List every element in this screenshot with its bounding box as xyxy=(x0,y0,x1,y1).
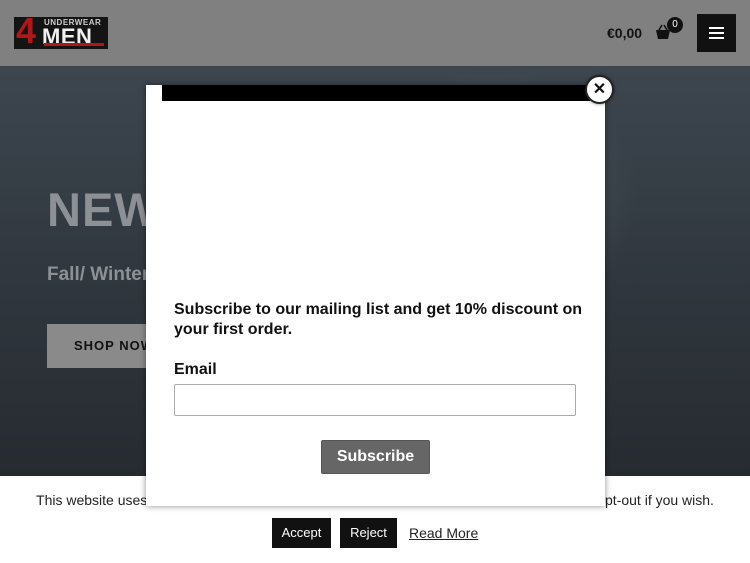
logo-numeral: 4 xyxy=(16,17,37,49)
close-icon[interactable]: ✕ xyxy=(585,75,614,104)
hero-subtitle: Fall/ Winter xyxy=(47,264,150,285)
hamburger-line xyxy=(709,32,724,34)
menu-button[interactable] xyxy=(697,14,736,52)
email-label: Email xyxy=(174,361,217,378)
site-logo[interactable]: 4 UNDERWEAR MEN xyxy=(14,17,108,49)
cookie-accept-button[interactable]: Accept xyxy=(272,518,331,548)
cookie-reject-button[interactable]: Reject xyxy=(340,518,397,548)
popup-image-strip xyxy=(162,85,590,101)
site-header: 4 UNDERWEAR MEN €0,00 0 xyxy=(0,0,750,66)
cookie-read-more-link[interactable]: Read More xyxy=(409,524,478,542)
hamburger-menu-icon xyxy=(709,27,724,29)
cart-count-badge: 0 xyxy=(667,17,683,33)
popup-message: Subscribe to our mailing list and get 10… xyxy=(174,301,583,338)
hamburger-line xyxy=(709,37,724,39)
subscribe-button[interactable]: Subscribe xyxy=(321,440,430,474)
logo-underline xyxy=(44,43,104,46)
hero-title: NEW xyxy=(47,183,160,236)
email-field[interactable] xyxy=(174,384,576,416)
newsletter-popup: Subscribe to our mailing list and get 10… xyxy=(146,85,605,506)
cart-total[interactable]: €0,00 xyxy=(607,25,642,41)
